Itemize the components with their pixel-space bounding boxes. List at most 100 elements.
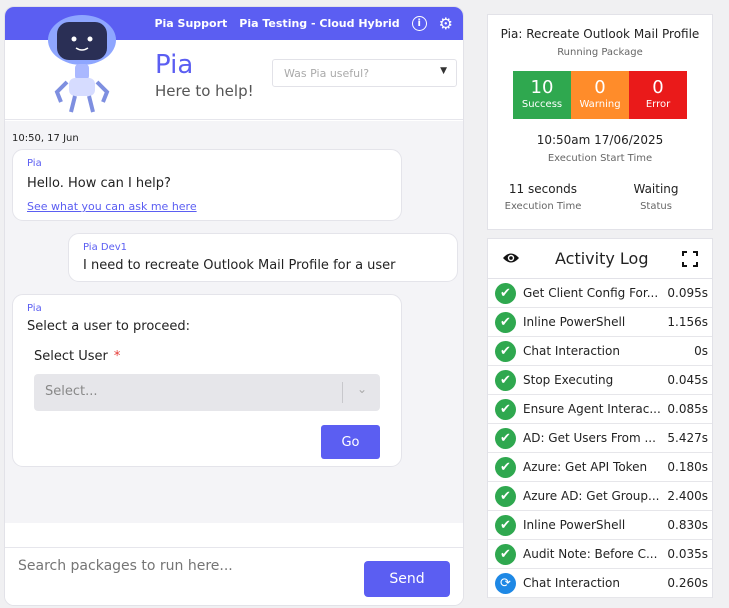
- bot-message: Pia Hello. How can I help? See what you …: [12, 149, 402, 221]
- activity-log-row[interactable]: ✔ Audit Note: Before C... 0.035s: [488, 540, 712, 569]
- activity-log-row[interactable]: ✔ Inline PowerShell 0.830s: [488, 511, 712, 540]
- go-button[interactable]: Go: [321, 425, 380, 459]
- activity-step-name: AD: Get Users From ...: [523, 431, 656, 445]
- activity-step-duration: 0.830s: [667, 518, 708, 532]
- error-count: 0 Error: [629, 71, 687, 119]
- pia-support-link[interactable]: Pia Support: [154, 17, 227, 30]
- status-label: Status: [640, 201, 672, 212]
- activity-step-duration: 0s: [694, 344, 708, 358]
- expand-icon[interactable]: [682, 251, 698, 267]
- check-circle-icon: ✔: [495, 428, 516, 449]
- activity-step-name: Chat Interaction: [523, 344, 620, 358]
- package-status: Waiting Status: [618, 182, 694, 212]
- send-button[interactable]: Send: [364, 561, 450, 597]
- activity-log-row[interactable]: ✔ Stop Executing 0.045s: [488, 366, 712, 395]
- bot-form-message: Pia Select a user to proceed: Select Use…: [12, 294, 402, 467]
- bot-subtitle: Here to help!: [155, 82, 254, 100]
- activity-log-list: ✔ Get Client Config For... 0.095s ✔ Inline P…: [488, 279, 712, 598]
- select-placeholder: Select...: [45, 384, 98, 399]
- error-value: 0: [652, 77, 664, 98]
- success-label: Success: [521, 99, 563, 110]
- check-circle-icon: ✔: [495, 312, 516, 333]
- chevron-down-icon[interactable]: ⌄: [357, 382, 367, 396]
- activity-step-duration: 0.095s: [667, 286, 708, 300]
- start-time-label: Execution Start Time: [547, 153, 653, 164]
- result-counts: 10 Success 0 Warning 0 Error: [513, 71, 687, 119]
- warning-value: 0: [594, 77, 606, 98]
- activity-step-name: Audit Note: Before C...: [523, 547, 658, 561]
- check-circle-icon: ✔: [495, 457, 516, 478]
- warning-count: 0 Warning: [571, 71, 629, 119]
- package-status-text: Running Package: [557, 47, 643, 58]
- activity-log-row[interactable]: ✔ Get Client Config For... 0.095s: [488, 279, 712, 308]
- check-circle-icon: ✔: [495, 515, 516, 536]
- activity-log-row[interactable]: ✔ Chat Interaction 0s: [488, 337, 712, 366]
- start-time-value: 10:50am 17/06/2025: [536, 133, 664, 147]
- message-text: I need to recreate Outlook Mail Profile …: [83, 258, 396, 273]
- gear-icon[interactable]: ⚙: [439, 15, 453, 32]
- activity-log-row[interactable]: ✔ Inline PowerShell 1.156s: [488, 308, 712, 337]
- package-status-panel: Pia: Recreate Outlook Mail Profile Runni…: [487, 14, 713, 230]
- activity-step-duration: 5.427s: [667, 431, 708, 445]
- eye-icon[interactable]: [502, 251, 520, 265]
- package-search-input[interactable]: [18, 558, 348, 574]
- message-sender: Pia: [27, 303, 42, 314]
- activity-log-header: Activity Log: [488, 239, 712, 279]
- feedback-dropdown[interactable]: Was Pia useful? ▼: [272, 59, 457, 87]
- error-label: Error: [645, 99, 671, 110]
- check-circle-icon: ✔: [495, 486, 516, 507]
- check-circle-icon: ✔: [495, 283, 516, 304]
- activity-step-name: Stop Executing: [523, 373, 614, 387]
- message-text: Hello. How can I help?: [27, 176, 171, 191]
- required-mark: *: [113, 349, 121, 364]
- message-sender: Pia Dev1: [83, 242, 128, 253]
- user-message: Pia Dev1 I need to recreate Outlook Mail…: [68, 233, 458, 282]
- activity-log-row[interactable]: ✔ Azure AD: Get Group... 2.400s: [488, 482, 712, 511]
- activity-step-name: Inline PowerShell: [523, 315, 626, 329]
- message-timestamp: 10:50, 17 Jun: [12, 133, 79, 144]
- execution-time: 11 seconds Execution Time: [498, 182, 588, 212]
- activity-log-row[interactable]: ⟳ Chat Interaction 0.260s: [488, 569, 712, 598]
- execution-time-value: 11 seconds: [508, 182, 578, 196]
- activity-step-name: Chat Interaction: [523, 576, 620, 590]
- activity-step-name: Ensure Agent Interac...: [523, 402, 661, 416]
- check-circle-icon: ✔: [495, 544, 516, 565]
- help-link[interactable]: See what you can ask me here: [27, 200, 197, 213]
- activity-step-duration: 0.035s: [667, 547, 708, 561]
- warning-label: Warning: [579, 99, 621, 110]
- pia-robot-avatar: [48, 15, 116, 113]
- activity-step-name: Get Client Config For...: [523, 286, 659, 300]
- caret-down-icon: ▼: [440, 66, 447, 76]
- activity-log-panel: Activity Log ✔ Get Client Config For... 0.…: [487, 238, 713, 598]
- success-count: 10 Success: [513, 71, 571, 119]
- activity-step-duration: 0.045s: [667, 373, 708, 387]
- feedback-placeholder: Was Pia useful?: [284, 67, 370, 80]
- activity-log-row[interactable]: ✔ Ensure Agent Interac... 0.085s: [488, 395, 712, 424]
- select-user-label: Select User *: [34, 349, 120, 364]
- refresh-icon: ⟳: [495, 573, 516, 594]
- chat-header: Pia Here to help! Was Pia useful? ▼: [5, 15, 463, 120]
- activity-step-name: Azure: Get API Token: [523, 460, 648, 474]
- activity-log-title: Activity Log: [555, 249, 649, 268]
- message-sender: Pia: [27, 158, 42, 169]
- chat-body[interactable]: 10:50, 17 Jun Pia Hello. How can I help?…: [5, 121, 463, 523]
- package-title: Pia: Recreate Outlook Mail Profile: [500, 27, 700, 41]
- select-separator: [342, 382, 343, 403]
- activity-step-name: Azure AD: Get Group...: [523, 489, 660, 503]
- info-icon[interactable]: i: [411, 16, 427, 31]
- tenant-label: Pia Testing - Cloud Hybrid: [239, 17, 400, 30]
- chat-footer: Send: [5, 547, 463, 605]
- bot-name: Pia: [155, 50, 194, 80]
- activity-step-name: Inline PowerShell: [523, 518, 626, 532]
- activity-step-duration: 2.400s: [667, 489, 708, 503]
- activity-log-row[interactable]: ✔ AD: Get Users From ... 5.427s: [488, 424, 712, 453]
- app-root: Pia Support Pia Testing - Cloud Hybrid i…: [0, 0, 729, 608]
- chat-panel: Pia Support Pia Testing - Cloud Hybrid i…: [4, 6, 464, 606]
- activity-log-row[interactable]: ✔ Azure: Get API Token 0.180s: [488, 453, 712, 482]
- select-user-dropdown[interactable]: Select... ⌄: [34, 374, 380, 411]
- activity-step-duration: 0.085s: [667, 402, 708, 416]
- check-circle-icon: ✔: [495, 370, 516, 391]
- execution-time-label: Execution Time: [504, 201, 582, 212]
- check-circle-icon: ✔: [495, 399, 516, 420]
- status-value: Waiting: [633, 182, 679, 196]
